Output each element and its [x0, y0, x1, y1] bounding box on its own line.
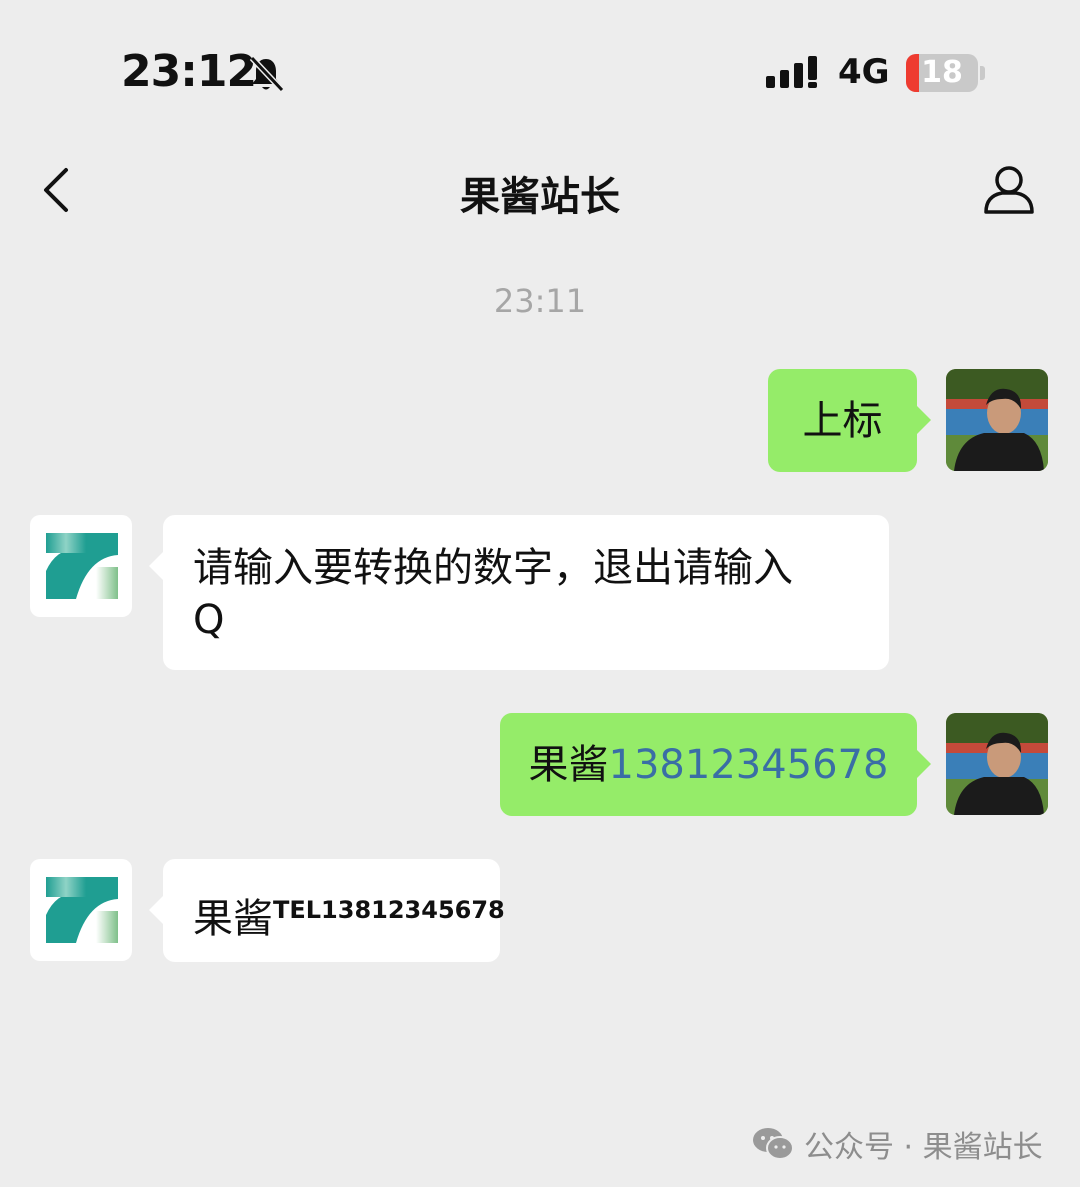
avatar-bot[interactable] [30, 515, 132, 617]
bot-logo-icon [46, 877, 118, 943]
message-text-line: 请输入要转换的数字，退出请输入 [193, 545, 793, 591]
superscript-text: TEL13812345678 [273, 896, 505, 924]
wechat-icon [753, 1128, 794, 1160]
profile-person-icon[interactable] [980, 164, 1038, 216]
message-bubble-received[interactable]: 果酱TEL13812345678 [163, 859, 505, 962]
avatar-user[interactable] [946, 713, 1048, 815]
cellular-signal-icon [766, 56, 817, 88]
watermark-text: 公众号 · 果酱站长 [804, 1130, 1043, 1165]
message-bubble-sent[interactable]: 上标 [768, 369, 917, 472]
battery-indicator: 18 [906, 54, 978, 92]
network-type: 4G [838, 52, 890, 92]
bubble-tail [149, 896, 163, 924]
bubble-tail [917, 750, 931, 778]
user-photo-icon [946, 713, 1048, 815]
message-bubble-sent[interactable]: 果酱 13812345678 [500, 713, 917, 816]
bubble-tail [917, 406, 931, 434]
bot-logo-icon [46, 533, 118, 599]
status-time: 23:12 [121, 46, 257, 97]
battery-percentage: 18 [921, 55, 963, 90]
message-text: 上标 [802, 397, 883, 444]
bubble-tail [149, 552, 163, 580]
user-photo-icon [946, 369, 1048, 471]
chat-title: 果酱站长 [460, 174, 620, 220]
avatar-bot[interactable] [30, 859, 132, 961]
official-account-watermark: 公众号 · 果酱站长 [752, 1124, 1043, 1165]
message-text-prefix: 果酱 [193, 896, 273, 942]
phone-number-link[interactable]: 13812345678 [609, 739, 889, 791]
message-timestamp: 23:11 [493, 282, 587, 320]
avatar-user[interactable] [946, 369, 1048, 471]
muted-bell-icon [249, 55, 285, 93]
message-bubble-received[interactable]: 请输入要转换的数字，退出请输入 Q [163, 515, 889, 670]
message-text-line: Q [193, 597, 225, 643]
message-text-prefix: 果酱 [528, 741, 609, 788]
battery-tip [980, 66, 985, 80]
